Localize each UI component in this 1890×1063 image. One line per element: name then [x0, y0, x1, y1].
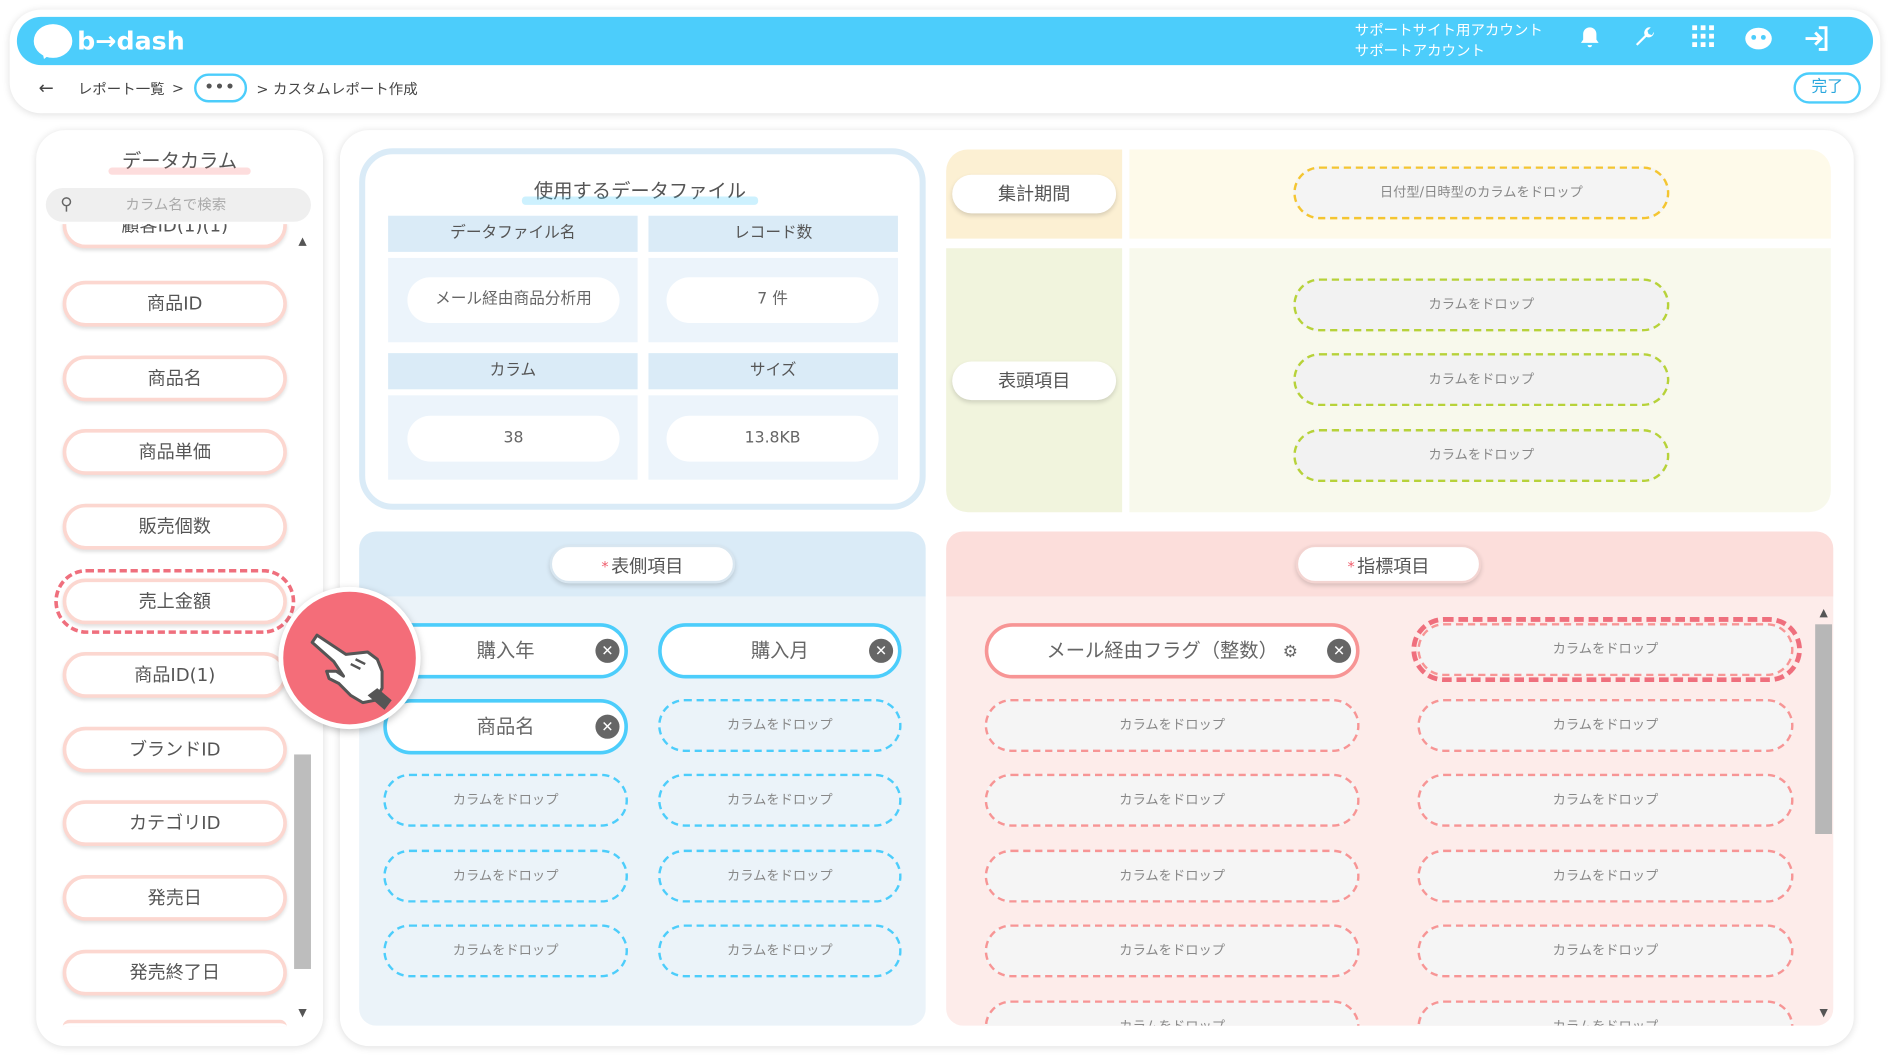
sidebar-item[interactable]: 商品ID(1)	[62, 652, 287, 698]
row-drop-zone[interactable]: カラムをドロップ	[383, 924, 628, 978]
sidebar-title: データカラム	[108, 145, 251, 175]
account-info: サポートサイト用アカウント サポートアカウント	[1355, 20, 1543, 61]
row-item-label: 購入年	[476, 638, 535, 662]
row-item-label: 購入月	[750, 638, 809, 662]
back-arrow-icon[interactable]: ←	[39, 77, 54, 99]
sidebar-item[interactable]: 商品名	[62, 355, 287, 402]
wrench-icon[interactable]	[1630, 24, 1661, 55]
search-icon: ⚲	[60, 195, 73, 215]
metric-partial-row: カラムをドロップ カラムをドロップ	[946, 998, 1814, 1026]
logo-text: b→dash	[77, 26, 185, 56]
search-placeholder: カラム名で検索	[125, 196, 227, 214]
sidebar-item[interactable]: 発売終了日	[62, 949, 287, 996]
logo-icon	[33, 24, 73, 58]
datafile-title: 使用するデータファイル	[521, 175, 759, 205]
row-item-pill[interactable]: 購入月 ✕	[658, 623, 902, 679]
account-sub: サポートアカウント	[1354, 42, 1485, 60]
search-input[interactable]: ⚲ カラム名で検索	[45, 188, 311, 222]
sidebar-item[interactable]: 発売日	[62, 874, 287, 921]
breadcrumb-more-button[interactable]: •••	[193, 73, 247, 103]
breadcrumb-separator: >	[171, 79, 184, 97]
metric-drop-zone[interactable]: カラムをドロップ	[1417, 1000, 1794, 1026]
drop-target-highlight	[1411, 617, 1802, 683]
metric-item-label: メール経由フラグ（整数）	[1046, 638, 1278, 662]
scroll-up-icon[interactable]: ▲	[294, 236, 311, 248]
header-drop-zone[interactable]: カラムをドロップ	[1293, 278, 1670, 332]
row-item-label: 商品名	[476, 714, 535, 738]
datafile-name-value: メール経由商品分析用	[407, 277, 620, 323]
datafile-columns-value: 38	[407, 415, 620, 462]
close-icon[interactable]: ✕	[595, 638, 620, 663]
gear-icon[interactable]: ⚙	[1283, 642, 1298, 661]
metric-items-label: * 指標項目	[1295, 544, 1482, 584]
datafile-records-header: レコード数	[648, 215, 898, 252]
datafile-size-header: サイズ	[648, 353, 898, 390]
account-name: サポートサイト用アカウント	[1354, 21, 1543, 39]
logout-icon[interactable]	[1801, 24, 1832, 55]
close-icon[interactable]: ✕	[595, 714, 620, 739]
sidebar-item-partial[interactable]: 顧客ID(1)(1)	[62, 224, 287, 249]
bot-icon[interactable]	[1743, 24, 1774, 55]
sidebar-scroll-thumb[interactable]	[294, 754, 311, 969]
row-drop-zone[interactable]: カラムをドロップ	[658, 773, 902, 827]
sidebar-item[interactable]: 商品単価	[62, 429, 287, 475]
close-icon[interactable]: ✕	[1327, 638, 1352, 663]
metric-drop-zone[interactable]: カラムをドロップ	[1417, 773, 1794, 827]
metric-item-pill[interactable]: メール経由フラグ（整数） ⚙ ✕	[984, 623, 1360, 679]
done-button[interactable]: 完了	[1793, 72, 1861, 104]
metric-drop-zone[interactable]: カラムをドロップ	[984, 699, 1360, 753]
sidebar-item[interactable]: 販売個数	[62, 503, 287, 550]
scroll-down-icon[interactable]: ▼	[294, 1008, 311, 1020]
metric-scroll-thumb[interactable]	[1815, 624, 1833, 834]
header-drop-zone[interactable]: カラムをドロップ	[1293, 353, 1670, 407]
header-items-label: 表頭項目	[952, 361, 1117, 401]
datafile-records-value: 7 件	[666, 277, 879, 323]
scroll-down-icon[interactable]: ▼	[1815, 1008, 1832, 1020]
datafile-columns-header: カラム	[388, 353, 638, 390]
sidebar-partial-item-clip: 顧客ID(1)(1)	[48, 224, 294, 255]
breadcrumb: ← レポート一覧 > ••• > カスタムレポート作成	[39, 72, 418, 103]
header-drop-zone[interactable]: カラムをドロップ	[1293, 429, 1670, 483]
row-drop-zone[interactable]: カラムをドロップ	[658, 849, 902, 903]
row-items-label-text: 表側項目	[611, 555, 684, 578]
required-mark: *	[601, 558, 609, 575]
row-items-label: * 表側項目	[549, 544, 736, 584]
scroll-up-icon[interactable]: ▲	[1815, 607, 1832, 619]
row-drop-zone[interactable]: カラムをドロップ	[383, 849, 628, 903]
sidebar-partial-bottom	[62, 1019, 287, 1027]
close-icon[interactable]: ✕	[869, 638, 894, 663]
required-mark: *	[1347, 558, 1355, 575]
sidebar-item[interactable]: カテゴリID	[62, 800, 287, 847]
pointing-hand-icon	[278, 586, 421, 730]
bell-icon[interactable]	[1574, 24, 1605, 55]
drag-highlight	[54, 568, 296, 634]
metric-drop-zone[interactable]: カラムをドロップ	[984, 849, 1360, 903]
metric-drop-zone[interactable]: カラムをドロップ	[1417, 699, 1794, 753]
datafile-size-value: 13.8KB	[666, 415, 879, 462]
metric-drop-zone[interactable]: カラムをドロップ	[984, 924, 1360, 978]
row-drop-zone[interactable]: カラムをドロップ	[658, 699, 902, 753]
datafile-name-header: データファイル名	[388, 215, 638, 252]
breadcrumb-report-list[interactable]: レポート一覧	[78, 78, 165, 98]
row-item-pill[interactable]: 商品名 ✕	[383, 699, 628, 755]
sidebar-item[interactable]: ブランドID	[62, 726, 287, 773]
period-label: 集計期間	[952, 174, 1117, 214]
row-drop-zone[interactable]: カラムをドロップ	[383, 773, 628, 827]
row-drop-zone[interactable]: カラムをドロップ	[658, 924, 902, 978]
grid-icon[interactable]	[1687, 24, 1718, 55]
breadcrumb-current: > カスタムレポート作成	[256, 80, 418, 98]
metric-drop-zone[interactable]: カラムをドロップ	[984, 773, 1360, 827]
sidebar-item[interactable]: 商品ID	[62, 280, 287, 327]
period-drop-zone[interactable]: 日付型/日時型のカラムをドロップ	[1293, 166, 1670, 220]
metric-drop-zone[interactable]: カラムをドロップ	[1417, 849, 1794, 903]
metric-drop-zone[interactable]: カラムをドロップ	[984, 1000, 1360, 1026]
metric-drop-zone[interactable]: カラムをドロップ	[1417, 924, 1794, 978]
logo[interactable]: b→dash	[33, 22, 185, 61]
metric-items-label-text: 指標項目	[1357, 555, 1430, 578]
